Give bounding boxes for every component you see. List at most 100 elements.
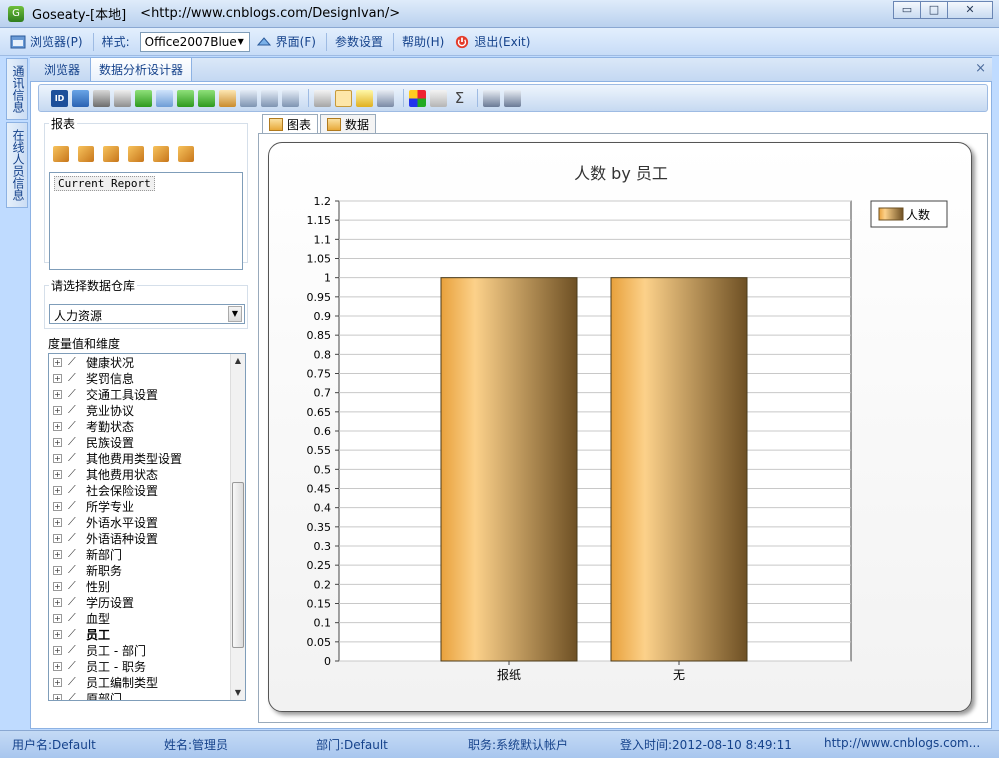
x-tick-label: 报纸 [497, 667, 521, 682]
new-report-icon[interactable] [53, 146, 69, 162]
tree-item[interactable]: + ⟋ 员工 - 部门 [49, 642, 245, 658]
pivot-icon[interactable] [504, 89, 521, 107]
measures-group: 度量值和维度 + ⟋ 健康状况 + ⟋ 奖罚信息 + ⟋ 交通工具设置 + ⟋ 竞业协议 + ⟋ 考勤状态 +… [44, 335, 248, 719]
palette-icon[interactable] [409, 89, 426, 107]
tab-browser[interactable]: 浏览器 [36, 58, 88, 81]
expand-icon[interactable]: + [53, 357, 62, 367]
expand-icon[interactable]: + [53, 549, 62, 559]
tab-chart[interactable]: 图表 [262, 114, 319, 134]
menu-help[interactable]: 帮助(H) [402, 33, 444, 50]
tree-item[interactable]: + ⟋ 所学专业 [49, 498, 245, 514]
expand-icon[interactable]: + [53, 677, 62, 687]
chart-icon[interactable] [282, 89, 299, 107]
rename-report-icon[interactable] [128, 146, 144, 162]
layout-icon[interactable] [314, 89, 331, 107]
expand-icon[interactable]: + [53, 645, 62, 655]
status-site[interactable]: http://www.cnblogs.com... [824, 736, 980, 750]
expand-icon[interactable]: + [53, 485, 62, 495]
folder-icon[interactable] [156, 89, 173, 107]
list-item[interactable]: Current Report [54, 176, 155, 191]
tree-item[interactable]: + ⟋ 外语语种设置 [49, 530, 245, 546]
menu-exit[interactable]: 退出(Exit) [454, 33, 530, 50]
expand-icon[interactable]: + [53, 661, 62, 671]
style-select[interactable]: Office2007Blue ▼ [139, 31, 250, 52]
sigma-icon[interactable]: Σ [451, 89, 468, 107]
tree-item[interactable]: + ⟋ 交通工具设置 [49, 386, 245, 402]
properties-icon[interactable] [377, 89, 394, 107]
clapper-icon[interactable] [93, 89, 110, 107]
expand-icon[interactable]: + [53, 501, 62, 511]
tree-scrollbar[interactable]: ▲ ▼ [230, 354, 245, 700]
tree-item[interactable]: + ⟋ 民族设置 [49, 434, 245, 450]
report-group-title: 报表 [49, 115, 78, 132]
minimize-button[interactable]: ▭ [893, 1, 921, 19]
menu-browser[interactable]: 浏览器(P) [10, 33, 83, 50]
tab-analysis-designer[interactable]: 数据分析设计器 [90, 57, 193, 81]
tree-item[interactable]: + ⟋ 血型 [49, 610, 245, 626]
tree-item[interactable]: + ⟋ 原部门 [49, 690, 245, 700]
tree-item[interactable]: + ⟋ 新职务 [49, 562, 245, 578]
expand-icon[interactable]: + [53, 421, 62, 431]
expand-icon[interactable]: + [53, 581, 62, 591]
list-icon[interactable] [335, 89, 352, 107]
tree-item[interactable]: + ⟋ 新部门 [49, 546, 245, 562]
expand-icon[interactable]: + [53, 533, 62, 543]
chart-icon[interactable] [219, 89, 236, 107]
scroll-down-icon[interactable]: ▼ [231, 686, 245, 700]
expand-icon[interactable]: + [53, 437, 62, 447]
border-icon[interactable] [430, 89, 447, 107]
expand-icon[interactable]: + [53, 373, 62, 383]
report-group: 报表 Current Report [44, 115, 248, 270]
tree-item[interactable]: + ⟋ 性别 [49, 578, 245, 594]
tree-item[interactable]: + ⟋ 外语水平设置 [49, 514, 245, 530]
menu-interface[interactable]: 界面(F) [256, 33, 316, 50]
expand-icon[interactable]: + [53, 597, 62, 607]
side-tab-online-users[interactable]: 在线人员信息 [6, 122, 28, 208]
expand-icon[interactable]: + [53, 565, 62, 575]
scroll-up-icon[interactable]: ▲ [231, 354, 245, 368]
chart-icon[interactable] [261, 89, 278, 107]
expand-icon[interactable]: + [53, 405, 62, 415]
id-icon[interactable]: ID [51, 89, 68, 107]
tree-item[interactable]: + ⟋ 学历设置 [49, 594, 245, 610]
close-tab-icon[interactable]: × [975, 61, 986, 76]
chart-icon[interactable] [240, 89, 257, 107]
save-report-icon[interactable] [153, 146, 169, 162]
tree-item[interactable]: + ⟋ 员工 - 职务 [49, 658, 245, 674]
expand-icon[interactable]: + [53, 613, 62, 623]
tree-item[interactable]: + ⟋ 员工 [49, 626, 245, 642]
expand-icon[interactable]: + [53, 517, 62, 527]
expand-icon[interactable]: + [53, 469, 62, 479]
datasource-select[interactable]: 人力资源 ▼ [49, 304, 245, 324]
tree-item[interactable]: + ⟋ 其他费用状态 [49, 466, 245, 482]
pencil-icon[interactable] [356, 89, 373, 107]
delete-report-icon[interactable] [78, 146, 94, 162]
maximize-button[interactable]: □ [920, 1, 948, 19]
right-arrow-icon[interactable] [198, 89, 215, 107]
expand-icon[interactable]: + [53, 693, 62, 700]
tree-item-label: 员工编制类型 [86, 675, 159, 690]
tree-item[interactable]: + ⟋ 其他费用类型设置 [49, 450, 245, 466]
tree-item[interactable]: + ⟋ 竞业协议 [49, 402, 245, 418]
swap-icon[interactable] [483, 89, 500, 107]
tree-item[interactable]: + ⟋ 健康状况 [49, 354, 245, 370]
scroll-thumb[interactable] [232, 482, 244, 648]
down-arrow-icon[interactable] [177, 89, 194, 107]
close-button[interactable]: ✕ [947, 1, 993, 19]
open-report-icon[interactable] [103, 146, 119, 162]
expand-icon[interactable]: + [53, 629, 62, 639]
up-arrow-icon[interactable] [135, 89, 152, 107]
menu-params[interactable]: 参数设置 [335, 33, 383, 50]
tree-item[interactable]: + ⟋ 奖罚信息 [49, 370, 245, 386]
tree-icon[interactable] [72, 89, 89, 107]
tree-item[interactable]: + ⟋ 考勤状态 [49, 418, 245, 434]
expand-icon[interactable]: + [53, 453, 62, 463]
print-icon[interactable] [114, 89, 131, 107]
side-tab-contacts[interactable]: 通讯信息 [6, 58, 28, 120]
report-list[interactable]: Current Report [49, 172, 243, 270]
tree-item[interactable]: + ⟋ 员工编制类型 [49, 674, 245, 690]
tree-item[interactable]: + ⟋ 社会保险设置 [49, 482, 245, 498]
copy-report-icon[interactable] [178, 146, 194, 162]
expand-icon[interactable]: + [53, 389, 62, 399]
tab-data[interactable]: 数据 [320, 114, 377, 134]
